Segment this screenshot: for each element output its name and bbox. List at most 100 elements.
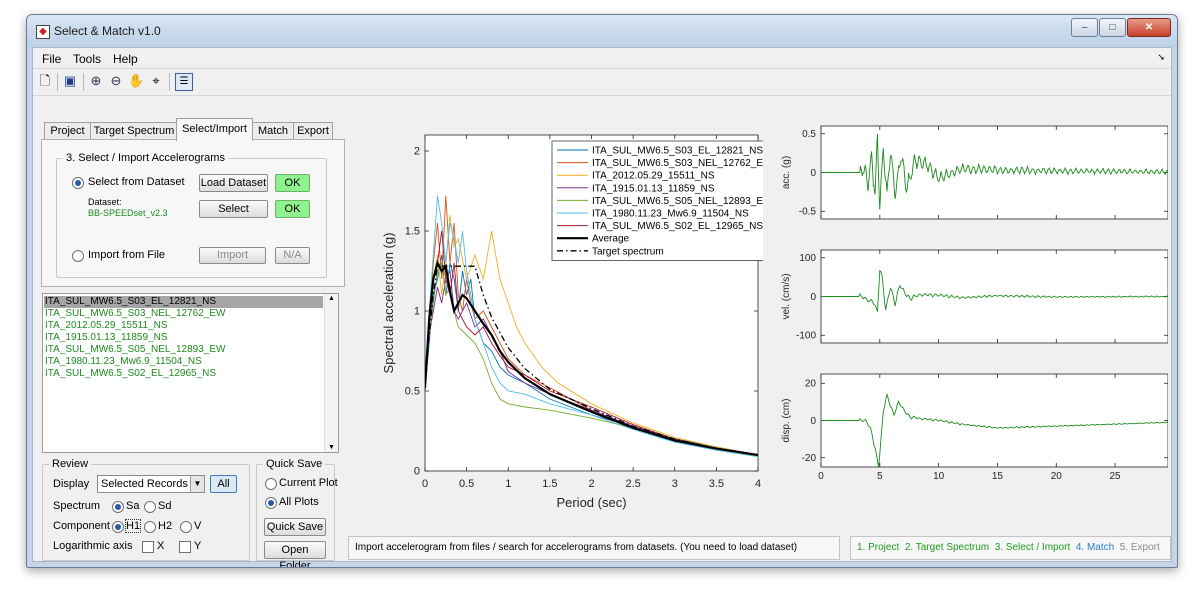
data-cursor-icon[interactable]: ⌖ bbox=[148, 73, 164, 89]
x-tick-label: 1.5 bbox=[542, 478, 557, 490]
y-tick-label: 0 bbox=[810, 168, 816, 179]
client-area: File Tools Help ➘ 🗋 ▣ ⊕ ⊖ ✋ ⌖ ☰ Project … bbox=[32, 47, 1172, 567]
y-tick-label: -0.5 bbox=[799, 207, 817, 218]
list-item[interactable]: ITA_SUL_MW6.5_S05_NEL_12893_EW bbox=[44, 344, 323, 356]
tab-project[interactable]: Project bbox=[44, 122, 91, 140]
log-y-label: Y bbox=[194, 540, 202, 552]
toolbar: 🗋 ▣ ⊕ ⊖ ✋ ⌖ ☰ bbox=[33, 68, 1171, 96]
quick-save-group: Quick Save Current Plot All Plots Quick … bbox=[256, 458, 338, 567]
list-scrollbar[interactable]: ▲ ▼ bbox=[324, 294, 338, 452]
y-tick-label: 1.5 bbox=[405, 226, 420, 238]
h2-radio[interactable] bbox=[144, 521, 156, 533]
list-item[interactable]: ITA_1980.11.23_Mw6.9_11504_NS bbox=[44, 356, 323, 368]
sa-radio[interactable] bbox=[112, 501, 124, 513]
v-radio[interactable] bbox=[180, 521, 192, 533]
current-plot-label: Current Plot bbox=[279, 477, 338, 489]
legend-icon[interactable]: ☰ bbox=[175, 73, 193, 91]
list-item[interactable]: ITA_2012.05.29_15511_NS bbox=[44, 320, 323, 332]
menu-file[interactable]: File bbox=[42, 52, 61, 66]
x-tick-label: 10 bbox=[933, 471, 945, 482]
tab-match[interactable]: Match bbox=[252, 122, 294, 140]
acceleration-chart[interactable]: -0.5 0 0.5 acc. (g) bbox=[773, 120, 1168, 235]
log-x-checkbox[interactable] bbox=[142, 541, 154, 553]
displacement-chart[interactable]: 0510152025-20020time (sec)disp. (cm) bbox=[773, 368, 1168, 483]
new-file-icon[interactable]: 🗋 bbox=[37, 73, 53, 89]
step-export: 5. Export bbox=[1119, 542, 1160, 553]
load-dataset-button[interactable]: Load Dataset bbox=[199, 174, 268, 192]
display-select[interactable]: Selected Records ▼ bbox=[97, 475, 205, 493]
maximize-button[interactable]: □ bbox=[1099, 18, 1126, 37]
select-import-panel: 3. Select / Import Accelerograms Select … bbox=[41, 139, 345, 287]
menu-expand-icon[interactable]: ➘ bbox=[1157, 52, 1165, 63]
all-button[interactable]: All bbox=[210, 475, 237, 493]
log-x-label: X bbox=[157, 540, 165, 552]
x-tick-label: 3.5 bbox=[709, 478, 724, 490]
x-tick-label: 0.5 bbox=[459, 478, 474, 490]
y-axis-label: disp. (cm) bbox=[781, 399, 792, 443]
spectrum-chart[interactable]: 0 0.5 1 1.5 2 2.5 3 3.5 4 0 0.5 1 1.5 2 Period (sec) Sp… bbox=[353, 120, 763, 510]
current-plot-radio[interactable] bbox=[265, 478, 277, 490]
x-tick-label: 2 bbox=[588, 478, 594, 490]
spectrum-label: Spectrum bbox=[53, 500, 101, 512]
plot-area bbox=[820, 373, 1168, 468]
list-item[interactable]: ITA_SUL_MW6.5_S03_EL_12821_NS bbox=[44, 296, 323, 308]
h1-radio[interactable] bbox=[112, 521, 124, 533]
y-tick-label: 0.5 bbox=[405, 386, 420, 398]
open-folder-button[interactable]: Open Folder bbox=[264, 541, 326, 567]
close-button[interactable]: ✕ bbox=[1127, 18, 1171, 37]
scroll-down-icon[interactable]: ▼ bbox=[328, 444, 335, 451]
y-tick-label: -100 bbox=[796, 331, 816, 342]
all-plots-radio[interactable] bbox=[265, 497, 277, 509]
select-from-dataset-radio[interactable] bbox=[72, 177, 84, 189]
x-tick-label: 5 bbox=[877, 471, 883, 482]
tab-export[interactable]: Export bbox=[293, 122, 333, 140]
tab-select-import[interactable]: Select/Import bbox=[176, 118, 253, 141]
legend-entry: ITA_SUL_MW6.5_S02_EL_12965_NS bbox=[592, 221, 763, 232]
legend-entry: ITA_SUL_MW6.5_S05_NEL_12893_EW bbox=[592, 196, 763, 207]
sd-radio[interactable] bbox=[144, 501, 156, 513]
component-label: Component bbox=[53, 520, 110, 532]
log-y-checkbox[interactable] bbox=[179, 541, 191, 553]
x-tick-label: 3 bbox=[672, 478, 678, 490]
select-button[interactable]: Select bbox=[199, 200, 268, 218]
select-from-dataset-label: Select from Dataset bbox=[88, 176, 185, 188]
x-tick-label: 2.5 bbox=[625, 478, 640, 490]
zoom-out-icon[interactable]: ⊖ bbox=[108, 73, 124, 89]
display-label: Display bbox=[53, 478, 90, 490]
legend-entry: ITA_SUL_MW6.5_S03_NEL_12762_EW bbox=[592, 158, 763, 169]
tab-target-spectrum[interactable]: Target Spectrum bbox=[90, 122, 178, 140]
matlab-app-icon: ◆ bbox=[36, 25, 50, 39]
window-title: Select & Match v1.0 bbox=[54, 24, 161, 38]
scroll-up-icon[interactable]: ▲ bbox=[328, 295, 335, 302]
import-from-file-radio[interactable] bbox=[72, 250, 84, 262]
load-dataset-status: OK bbox=[275, 174, 310, 192]
y-tick-label: 100 bbox=[799, 253, 816, 264]
list-item[interactable]: ITA_1915.01.13_11859_NS bbox=[44, 332, 323, 344]
menu-help[interactable]: Help bbox=[113, 52, 138, 66]
step-match: 4. Match bbox=[1075, 542, 1115, 553]
save-icon[interactable]: ▣ bbox=[62, 73, 78, 89]
steps-bar: 1. Project 2. Target Spectrum 3. Select … bbox=[850, 536, 1171, 560]
y-axis-label: acc. (g) bbox=[781, 156, 792, 189]
all-plots-label: All Plots bbox=[279, 496, 319, 508]
dataset-value: BB-SPEEDset_v2.3 bbox=[88, 208, 168, 218]
menu-tools[interactable]: Tools bbox=[73, 52, 101, 66]
velocity-chart[interactable]: -100 0 100 vel. (cm/s) bbox=[773, 244, 1168, 359]
minimize-button[interactable]: ‒ bbox=[1071, 18, 1098, 37]
y-tick-label: 0 bbox=[414, 466, 420, 478]
list-item[interactable]: ITA_SUL_MW6.5_S02_EL_12965_NS bbox=[44, 368, 323, 380]
review-group: Review Display Selected Records ▼ All Sp… bbox=[42, 458, 250, 561]
import-button[interactable]: Import bbox=[199, 247, 266, 264]
title-bar[interactable]: ◆ Select & Match v1.0 ‒ □ ✕ bbox=[27, 15, 1177, 47]
zoom-in-icon[interactable]: ⊕ bbox=[88, 73, 104, 89]
x-tick-label: 0 bbox=[422, 478, 428, 490]
pan-hand-icon[interactable]: ✋ bbox=[128, 73, 144, 89]
v-label: V bbox=[194, 520, 202, 532]
quick-save-button[interactable]: Quick Save bbox=[264, 518, 326, 536]
y-tick-label: 0 bbox=[810, 416, 816, 427]
list-item[interactable]: ITA_SUL_MW6.5_S03_NEL_12762_EW bbox=[44, 308, 323, 320]
legend-entry: ITA_1980.11.23_Mw6.9_11504_NS bbox=[592, 209, 749, 220]
menu-bar: File Tools Help ➘ bbox=[33, 48, 1171, 68]
review-title: Review bbox=[49, 458, 92, 470]
records-listbox[interactable]: ITA_SUL_MW6.5_S03_EL_12821_NS ITA_SUL_MW… bbox=[42, 293, 339, 453]
